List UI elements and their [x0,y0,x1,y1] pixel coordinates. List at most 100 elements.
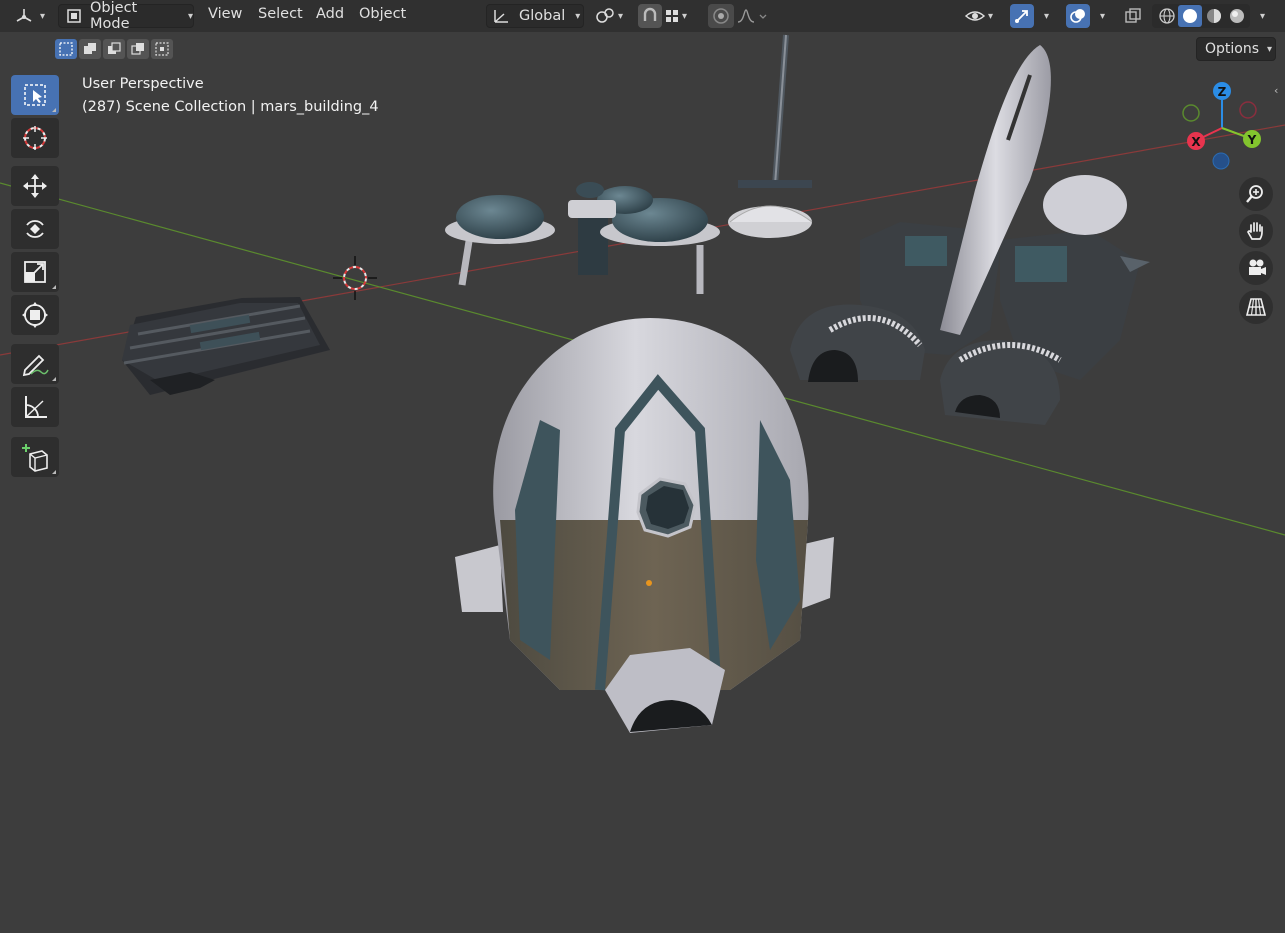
mode-label: Object Mode [90,0,138,32]
chevron-down-icon: ▾ [682,10,688,22]
add-cube-icon [20,442,50,472]
menu-view[interactable]: View [208,6,242,22]
x-axis-line [0,124,1285,356]
menu-select[interactable]: Select [258,6,303,22]
shading-options[interactable]: ▾ [1254,4,1265,28]
chevron-down-icon: ▾ [1044,10,1050,22]
select-subtract-button[interactable] [103,39,125,59]
chevron-down-icon: ▾ [1260,10,1266,22]
gizmo-icon [1013,7,1031,25]
snap-toggle[interactable] [638,4,662,28]
chevron-down-icon: ▾ [187,10,193,22]
gizmo-x-label: X [1191,135,1201,149]
gizmo-z-label: Z [1218,85,1227,99]
chevron-down-icon: ▾ [1100,10,1106,22]
editor-type-button[interactable]: ▾ [14,4,45,28]
tool-annotate[interactable] [11,344,59,384]
zoom-icon [1245,183,1267,205]
material-shading-icon[interactable] [1202,7,1226,25]
zoom-button[interactable] [1239,177,1273,211]
select-intersect-button[interactable] [151,39,173,59]
tool-move[interactable] [11,166,59,206]
select-subtract-icon [106,41,122,57]
tool-rotate[interactable] [11,209,59,249]
pan-button[interactable] [1239,214,1273,248]
transform-icon [21,301,49,329]
proportional-edit-icon [712,7,730,25]
viewport-scene[interactable] [0,0,1285,933]
menu-object[interactable]: Object [359,6,406,22]
select-box-icon [22,82,48,108]
navigation-gizmo[interactable]: Z X Y [1176,78,1266,178]
ortho-toggle-button[interactable] [1239,290,1273,324]
antenna-model [728,34,813,238]
select-new-icon [58,41,74,57]
tool-scale[interactable] [11,252,59,292]
chevron-down-icon: ▾ [40,10,46,22]
select-extend-icon [82,41,98,57]
cursor-icon [21,124,49,152]
camera-view-button[interactable] [1239,251,1273,285]
3d-cursor [333,256,377,300]
gizmo-y-label: Y [1247,133,1257,147]
grid-snap-icon [664,8,680,24]
object-mode-icon [65,7,83,25]
orientation-icon [491,7,513,25]
sidebar-toggle-icon[interactable]: ‹ [1274,84,1278,97]
tool-add-cube[interactable] [11,437,59,477]
tool-transform[interactable] [11,295,59,335]
orientation-label: Global [519,8,566,24]
gizmo-toggle[interactable] [1010,4,1034,28]
collection-info-label: (287) Scene Collection | mars_building_4 [82,99,379,115]
solid-shading-icon[interactable] [1178,5,1202,27]
tool-corner-indicator [52,285,56,289]
tool-measure[interactable] [11,387,59,427]
rotate-icon [21,215,49,243]
shading-selector [1152,4,1250,28]
chevron-down-icon: ▾ [618,10,624,22]
transform-orientation-selector[interactable]: Global ▾ [486,4,584,28]
falloff-icon [736,7,768,25]
dome-station-model [445,182,720,294]
pivot-point-button[interactable]: ▾ [594,4,623,28]
proportional-edit-toggle[interactable] [708,4,734,28]
overlay-options[interactable]: ▾ [1094,4,1105,28]
select-extend-button[interactable] [79,39,101,59]
options-dropdown[interactable]: Options ▾ [1196,37,1276,61]
options-label: Options [1205,41,1260,57]
chevron-down-icon: ▾ [1267,43,1273,55]
select-invert-button[interactable] [127,39,149,59]
camera-icon [1245,257,1267,279]
main-dome-building-model [455,318,834,733]
xray-icon [1124,7,1142,25]
viewport-header: ▾ Object Mode ▾ View Select Add Object G… [0,0,1285,32]
overlay-toggle[interactable] [1066,4,1090,28]
annotate-icon [21,350,49,378]
tool-select-box[interactable] [11,75,59,115]
snap-target-button[interactable]: ▾ [664,4,687,28]
pivot-icon [594,7,616,25]
hand-icon [1245,220,1267,242]
chevron-down-icon: ▾ [988,10,994,22]
y-axis-line [0,182,1285,536]
tool-corner-indicator [52,470,56,474]
rocket-complex-model [790,45,1150,425]
gizmo-options[interactable]: ▾ [1038,4,1049,28]
visibility-button[interactable]: ▾ [964,4,993,28]
stepped-block-model [122,297,330,395]
select-intersect-icon [154,41,170,57]
select-new-button[interactable] [55,39,77,59]
viewport-3d-icon [14,7,34,25]
mode-selector[interactable]: Object Mode ▾ [58,0,194,32]
rendered-shading-icon[interactable] [1226,7,1248,25]
tool-corner-indicator [52,377,56,381]
wireframe-shading-icon[interactable] [1156,7,1178,25]
xray-toggle[interactable] [1124,4,1142,28]
select-invert-icon [130,41,146,57]
grid-perspective-icon [1245,296,1267,318]
tool-cursor[interactable] [11,118,59,158]
visibility-icon [964,7,986,25]
view-name-label: User Perspective [82,76,204,92]
menu-add[interactable]: Add [316,6,344,22]
falloff-button[interactable] [736,4,768,28]
